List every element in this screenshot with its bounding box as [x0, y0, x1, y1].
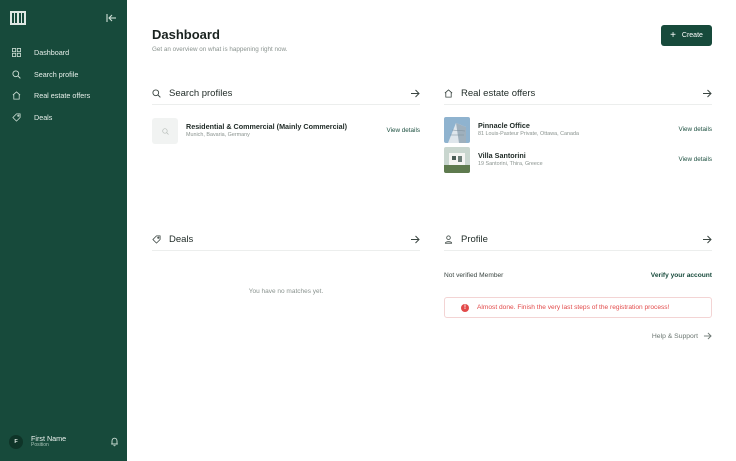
collapse-sidebar-icon[interactable]	[105, 12, 117, 24]
card-header: Profile	[444, 229, 712, 251]
logo-icon[interactable]	[10, 11, 26, 25]
deals-card: Deals You have no matches yet.	[152, 229, 420, 309]
sidebar-item-label: Real estate offers	[34, 91, 91, 101]
item-subtitle: Munich, Bavaria, Germany	[186, 132, 250, 139]
plus-icon: +	[670, 29, 676, 41]
card-header: Search profiles	[152, 83, 420, 105]
page-title: Dashboard	[152, 27, 220, 42]
profile-card: Profile Not verified Member Verify your …	[444, 229, 712, 349]
card-header: Real estate offers	[444, 83, 712, 105]
list-item: Residential & Commercial (Mainly Commerc…	[152, 118, 420, 144]
list-item[interactable]: Pinnacle Office 81 Louis-Pasteur Private…	[444, 117, 712, 143]
verification-status: Not verified Member	[444, 272, 504, 279]
alert-icon: !	[461, 303, 469, 312]
sidebar-item-label: Search profile	[34, 69, 79, 79]
user-position: Position	[31, 442, 49, 449]
arrow-right-icon[interactable]	[410, 89, 420, 98]
card-title: Profile	[461, 234, 488, 245]
arrow-right-icon[interactable]	[702, 89, 712, 98]
arrow-right-icon[interactable]	[410, 235, 420, 244]
real-estate-offers-card: Real estate offers Pinnacle Office 81 Lo…	[444, 83, 712, 178]
bell-icon[interactable]	[110, 437, 119, 447]
verify-account-link[interactable]: Verify your account	[651, 272, 712, 279]
sidebar-nav: Dashboard Search profile Real estate off…	[0, 42, 127, 128]
sidebar-item-label: Deals	[34, 112, 53, 122]
property-thumbnail	[444, 147, 470, 173]
placeholder-thumbnail	[152, 118, 178, 144]
tag-icon	[12, 113, 21, 122]
search-icon	[161, 127, 169, 135]
card-title: Deals	[169, 234, 194, 245]
view-details-link[interactable]: View details	[387, 127, 421, 134]
avatar: F	[9, 435, 23, 449]
item-subtitle: 19 Santorini, Thira, Greece	[478, 161, 543, 168]
registration-alert: ! Almost done. Finish the very last step…	[444, 297, 712, 318]
arrow-right-icon	[703, 332, 712, 340]
sidebar: Dashboard Search profile Real estate off…	[0, 0, 127, 461]
card-title: Search profiles	[169, 88, 233, 99]
home-icon	[12, 91, 21, 100]
user-icon	[444, 235, 453, 244]
tag-icon	[152, 235, 161, 244]
item-title: Villa Santorini	[478, 151, 526, 161]
help-support-label: Help & Support	[651, 332, 698, 340]
view-details-link[interactable]: View details	[679, 156, 713, 163]
sidebar-item-real-estate-offers[interactable]: Real estate offers	[0, 85, 127, 107]
item-title: Pinnacle Office	[478, 121, 530, 131]
alert-message: Almost done. Finish the very last steps …	[477, 304, 670, 311]
create-button[interactable]: + Create	[661, 25, 712, 46]
sidebar-item-dashboard[interactable]: Dashboard	[0, 42, 127, 64]
card-header: Deals	[152, 229, 420, 251]
user-menu[interactable]: F First Name Position	[9, 433, 119, 451]
property-thumbnail	[444, 117, 470, 143]
search-icon	[152, 89, 161, 98]
sidebar-item-deals[interactable]: Deals	[0, 107, 127, 129]
search-icon	[12, 70, 21, 79]
arrow-right-icon[interactable]	[702, 235, 712, 244]
sidebar-item-search-profile[interactable]: Search profile	[0, 64, 127, 86]
list-item[interactable]: Villa Santorini 19 Santorini, Thira, Gre…	[444, 147, 712, 173]
create-button-label: Create	[681, 32, 703, 39]
page-subtitle: Get an overview on what is happening rig…	[152, 46, 288, 53]
grid-icon	[12, 48, 21, 58]
help-support-link[interactable]: Help & Support	[652, 332, 712, 340]
item-title: Residential & Commercial (Mainly Commerc…	[186, 122, 347, 132]
view-details-link[interactable]: View details	[679, 126, 713, 133]
verification-status-row: Not verified Member Verify your account	[444, 272, 712, 279]
item-subtitle: 81 Louis-Pasteur Private, Ottawa, Canada	[478, 131, 579, 138]
sidebar-item-label: Dashboard	[34, 48, 70, 58]
home-icon	[444, 89, 453, 98]
search-profiles-card: Search profiles Residential & Commercial…	[152, 83, 420, 163]
empty-state-message: You have no matches yet.	[248, 288, 324, 295]
card-title: Real estate offers	[461, 88, 536, 99]
